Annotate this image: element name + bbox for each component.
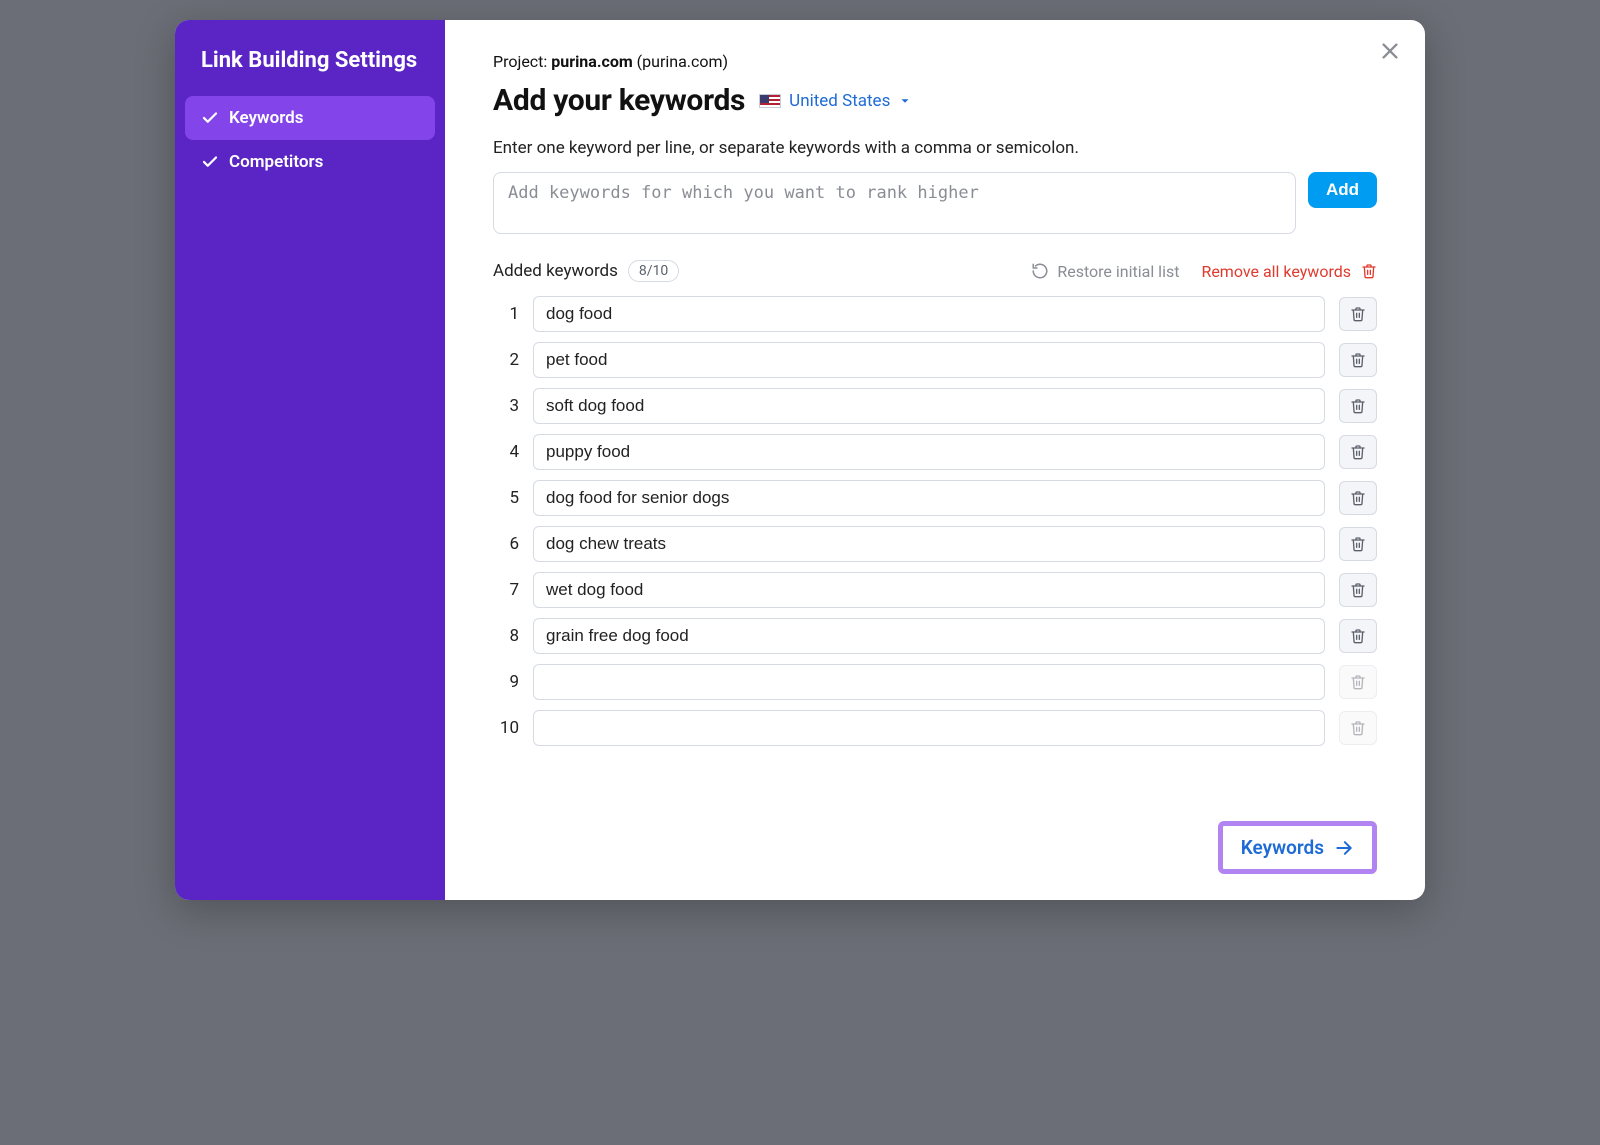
sidebar: Link Building Settings Keywords Competit… — [175, 20, 445, 900]
sidebar-title: Link Building Settings — [185, 46, 435, 96]
page-title: Add your keywords — [493, 83, 745, 118]
delete-keyword-button[interactable] — [1339, 527, 1377, 561]
instruction-text: Enter one keyword per line, or separate … — [493, 138, 1377, 158]
trash-icon — [1350, 398, 1366, 414]
sidebar-item-keywords[interactable]: Keywords — [185, 96, 435, 140]
check-icon — [201, 109, 219, 127]
row-number: 6 — [493, 534, 519, 554]
trash-icon — [1350, 720, 1366, 736]
keyword-row: 5 — [493, 480, 1377, 516]
keyword-row: 10 — [493, 710, 1377, 746]
trash-icon — [1350, 306, 1366, 322]
trash-icon — [1350, 444, 1366, 460]
keyword-field[interactable] — [533, 296, 1325, 332]
trash-icon — [1350, 490, 1366, 506]
main-panel: Project: purina.com (purina.com) Add you… — [445, 20, 1425, 900]
trash-icon — [1350, 536, 1366, 552]
row-number: 1 — [493, 304, 519, 324]
delete-keyword-button[interactable] — [1339, 481, 1377, 515]
row-number: 5 — [493, 488, 519, 508]
row-number: 4 — [493, 442, 519, 462]
delete-keyword-button[interactable] — [1339, 573, 1377, 607]
keyword-field[interactable] — [533, 434, 1325, 470]
keyword-field[interactable] — [533, 664, 1325, 700]
chevron-down-icon — [898, 94, 912, 108]
remove-all-keywords-button[interactable]: Remove all keywords — [1201, 262, 1377, 281]
row-number: 8 — [493, 626, 519, 646]
keyword-field[interactable] — [533, 618, 1325, 654]
settings-modal: Link Building Settings Keywords Competit… — [175, 20, 1425, 900]
sidebar-item-label: Competitors — [229, 152, 323, 172]
keyword-row: 1 — [493, 296, 1377, 332]
keywords-list: 1 2 3 4 5 6 7 8 9 10 — [493, 296, 1377, 746]
undo-icon — [1031, 262, 1049, 280]
delete-keyword-button[interactable] — [1339, 389, 1377, 423]
project-line: Project: purina.com (purina.com) — [493, 52, 1377, 71]
country-label: United States — [789, 91, 890, 111]
country-selector[interactable]: United States — [759, 91, 912, 111]
keyword-field[interactable] — [533, 388, 1325, 424]
arrow-right-icon — [1334, 838, 1354, 858]
add-button[interactable]: Add — [1308, 172, 1377, 208]
trash-icon — [1350, 352, 1366, 368]
sidebar-item-label: Keywords — [229, 108, 303, 128]
keyword-field[interactable] — [533, 710, 1325, 746]
keyword-row: 7 — [493, 572, 1377, 608]
trash-icon — [1350, 628, 1366, 644]
keyword-row: 2 — [493, 342, 1377, 378]
close-button[interactable] — [1373, 34, 1407, 68]
delete-keyword-button — [1339, 665, 1377, 699]
keyword-row: 8 — [493, 618, 1377, 654]
check-icon — [201, 153, 219, 171]
keyword-row: 6 — [493, 526, 1377, 562]
trash-icon — [1350, 674, 1366, 690]
trash-icon — [1350, 582, 1366, 598]
delete-keyword-button[interactable] — [1339, 619, 1377, 653]
delete-keyword-button[interactable] — [1339, 297, 1377, 331]
keyword-field[interactable] — [533, 480, 1325, 516]
row-number: 7 — [493, 580, 519, 600]
trash-icon — [1361, 263, 1377, 279]
row-number: 3 — [493, 396, 519, 416]
row-number: 2 — [493, 350, 519, 370]
flag-icon — [759, 94, 781, 108]
added-keywords-label: Added keywords — [493, 261, 618, 281]
keywords-input[interactable] — [493, 172, 1296, 234]
keywords-next-button[interactable]: Keywords — [1218, 821, 1377, 874]
delete-keyword-button — [1339, 711, 1377, 745]
keyword-field[interactable] — [533, 572, 1325, 608]
delete-keyword-button[interactable] — [1339, 343, 1377, 377]
sidebar-item-competitors[interactable]: Competitors — [185, 140, 435, 184]
keyword-row: 3 — [493, 388, 1377, 424]
row-number: 10 — [493, 718, 519, 738]
keyword-field[interactable] — [533, 526, 1325, 562]
keyword-field[interactable] — [533, 342, 1325, 378]
row-number: 9 — [493, 672, 519, 692]
keyword-row: 9 — [493, 664, 1377, 700]
keywords-count-badge: 8/10 — [628, 260, 679, 282]
keyword-row: 4 — [493, 434, 1377, 470]
restore-initial-list-button[interactable]: Restore initial list — [1031, 262, 1179, 281]
delete-keyword-button[interactable] — [1339, 435, 1377, 469]
